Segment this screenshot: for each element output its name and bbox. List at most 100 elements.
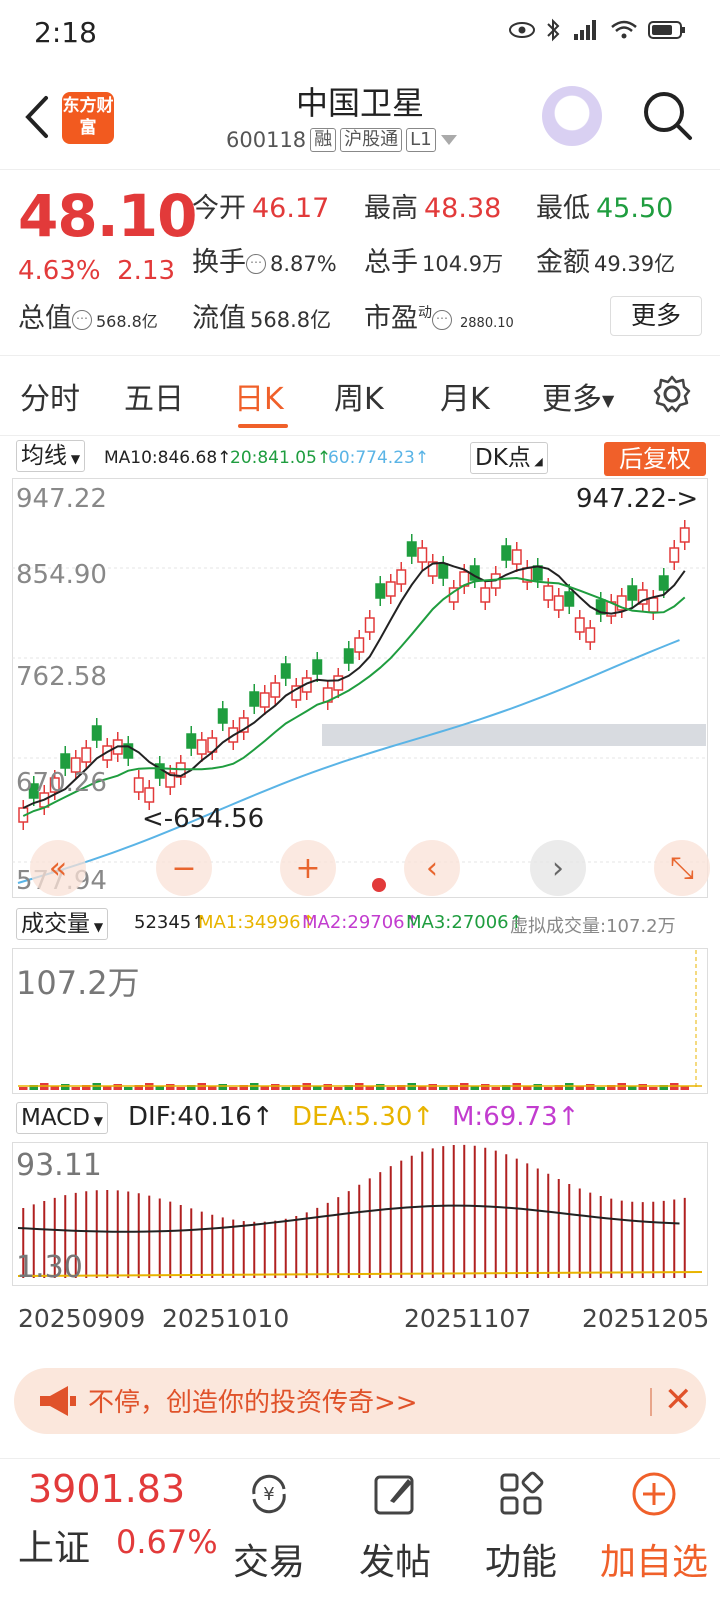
candle-body — [511, 549, 522, 565]
tab-monthly-k[interactable]: 月K — [440, 374, 490, 418]
zoom-out-icon[interactable]: − — [156, 840, 212, 896]
candle-body — [501, 545, 512, 561]
max-price-marker: 947.22-> — [576, 484, 699, 514]
tag-connect: 沪股通 — [340, 128, 403, 152]
bluetooth-icon — [547, 18, 560, 42]
indicator-select-macd[interactable]: MACD ▼ — [16, 1102, 108, 1134]
search-icon[interactable] — [640, 88, 696, 144]
fullscreen-icon[interactable]: ⤡ — [654, 840, 710, 896]
index-change: 0.67% — [116, 1523, 218, 1561]
nav-post[interactable]: 发帖 — [340, 1469, 450, 1585]
volume-bar — [334, 1087, 343, 1090]
kline-chart[interactable] — [12, 478, 708, 898]
candle-body — [564, 591, 575, 607]
volume-bar — [481, 1084, 490, 1090]
candle-body — [669, 547, 680, 563]
index-name: 上证 — [18, 1528, 91, 1569]
high-field: 最高 48.38 — [364, 193, 502, 224]
amount-field: 金额 49.39亿 — [536, 247, 676, 278]
edit-icon — [374, 1475, 414, 1515]
status-icons — [508, 18, 686, 42]
battery-icon — [648, 21, 685, 39]
volume-bar — [596, 1087, 605, 1090]
promo-banner[interactable]: 不停，创造你的投资传奇>> ✕ — [14, 1368, 706, 1434]
chevron-icon: ◢ — [530, 455, 543, 468]
macd-bottom-label: 1.30 — [16, 1250, 83, 1285]
macd-dif: DIF:40.16↑ — [128, 1102, 274, 1132]
indicator-select-volume[interactable]: 成交量 ▼ — [16, 908, 109, 940]
last-price: 48.10 — [18, 182, 197, 250]
volume-bar — [544, 1087, 553, 1090]
period-tabs: 分时 五日 日K 周K 月K 更多▼ — [0, 356, 720, 436]
dropdown-triangle-icon[interactable] — [440, 134, 458, 146]
info-icon[interactable]: ⋯ — [246, 253, 266, 274]
tab-intraday[interactable]: 分时 — [20, 374, 80, 418]
eye-icon — [509, 22, 535, 38]
plus-circle-icon — [632, 1472, 676, 1516]
dk-point-select[interactable]: DK点 ◢ — [470, 442, 548, 474]
float-field: 流值 568.8亿 — [192, 303, 332, 334]
candle-body — [553, 595, 564, 611]
settings-gear-icon[interactable] — [652, 374, 692, 414]
tab-more[interactable]: 更多▼ — [542, 374, 614, 418]
tab-weekly-k[interactable]: 周K — [334, 374, 384, 418]
next-icon[interactable]: › — [530, 840, 586, 896]
volume-bar — [376, 1084, 385, 1090]
mktcap-field: 总值 ⋯ 568.8亿 — [18, 303, 158, 334]
tab-daily-k[interactable]: 日K — [234, 374, 284, 418]
volume-ma2: MA2:29706↑ — [302, 912, 420, 933]
volume-bar — [113, 1084, 122, 1090]
nav-trade[interactable]: ¥ 交易 — [214, 1469, 324, 1585]
candle-body — [60, 753, 71, 769]
info-icon[interactable]: ⋯ — [432, 309, 452, 330]
volume-bar — [533, 1084, 542, 1090]
volume-ma1: MA1:34996↑ — [198, 912, 316, 933]
moving-average-line — [22, 561, 686, 809]
signal-icon — [574, 20, 596, 40]
candle-body — [343, 648, 354, 664]
moving-average-line — [22, 576, 686, 817]
candle-body — [364, 617, 375, 633]
tab-5day[interactable]: 五日 — [124, 374, 184, 418]
candle-body — [133, 777, 144, 793]
volume-bar — [386, 1087, 395, 1090]
y-label-3: 670.26 — [16, 768, 107, 798]
candle-body — [658, 575, 669, 591]
macd-chart[interactable] — [12, 1142, 708, 1286]
promo-text: 不停，创造你的投资传奇>> — [88, 1388, 418, 1418]
change-row: 4.63% 2.13 — [18, 256, 175, 286]
y-label-2: 762.58 — [16, 662, 107, 692]
candle-body — [186, 733, 197, 749]
x-label-1: 20251010 — [162, 1304, 290, 1333]
ma10-value: MA10:846.68↑ — [104, 448, 232, 468]
candle-body — [417, 547, 428, 563]
dk-zone — [322, 724, 706, 746]
assistant-robot-icon[interactable] — [542, 86, 602, 146]
candle-body — [375, 583, 386, 599]
status-time: 2:18 — [34, 16, 97, 49]
candle-body — [543, 585, 554, 601]
rewind-icon[interactable]: « — [30, 840, 86, 896]
nav-functions[interactable]: 功能 — [466, 1469, 576, 1585]
zoom-in-icon[interactable]: + — [280, 840, 336, 896]
y-label-1: 854.90 — [16, 560, 107, 590]
tag-margin: 融 — [310, 128, 337, 152]
volume-bar — [71, 1087, 80, 1090]
virtual-volume: 虚拟成交量:107.2万 — [510, 916, 676, 937]
nav-add-watchlist[interactable]: 加自选 — [592, 1469, 716, 1585]
adjust-button[interactable]: 后复权 — [604, 442, 706, 476]
more-button[interactable]: 更多 — [610, 296, 702, 336]
chevron-down-icon: ▼ — [602, 391, 615, 410]
close-icon[interactable]: ✕ — [664, 1380, 693, 1420]
banner-separator — [650, 1388, 652, 1416]
status-bar: 2:18 — [0, 0, 720, 66]
candle-body — [574, 617, 585, 633]
indicator-select-ma[interactable]: 均线 ▼ — [16, 440, 86, 472]
volume-bar — [229, 1087, 238, 1090]
prev-icon[interactable]: ‹ — [404, 840, 460, 896]
candle-body — [585, 627, 596, 643]
macd-top-label: 93.11 — [16, 1148, 102, 1183]
candle-body — [144, 787, 155, 803]
info-icon[interactable]: ⋯ — [72, 309, 92, 330]
volume-bar — [491, 1087, 500, 1090]
